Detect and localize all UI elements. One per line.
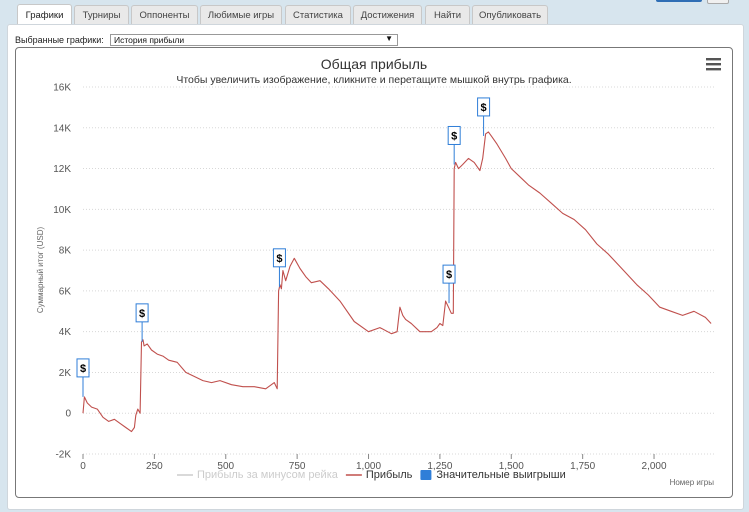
tab-label: Турниры	[82, 9, 121, 21]
tab-label: Опубликовать	[478, 9, 542, 21]
y-tick-label: 2K	[59, 368, 72, 379]
tab-favorite-games[interactable]: Любимые игры	[200, 5, 282, 24]
y-tick-label: 10K	[53, 205, 71, 216]
big-win-marker-label: $	[446, 269, 452, 281]
big-win-marker-label: $	[481, 102, 487, 114]
tab-search[interactable]: Найти	[425, 5, 470, 24]
tab-tournaments[interactable]: Турниры	[74, 5, 129, 24]
x-tick-label: 250	[146, 461, 163, 472]
x-tick-label: 1,750	[570, 461, 595, 472]
tab-statistics[interactable]: Статистика	[285, 5, 351, 24]
chart-selector-label: Выбранные графики:	[15, 35, 104, 45]
big-win-markers: $ $ $ $ $ $	[76, 97, 491, 397]
y-tick-label: -2K	[55, 450, 71, 461]
legend-item[interactable]: Значительные выигрыши	[420, 469, 566, 481]
tab-charts[interactable]: Графики	[17, 4, 72, 25]
y-tick-label: 4K	[59, 327, 72, 338]
y-tick-label: 16K	[53, 83, 71, 94]
tab-label: Оппоненты	[139, 9, 190, 21]
tab-label: Графики	[25, 9, 64, 21]
y-tick-label: 8K	[59, 246, 72, 257]
profit-chart[interactable]: Общая прибыль Чтобы увеличить изображени…	[16, 48, 732, 497]
top-action-button[interactable]	[656, 0, 702, 2]
series-group	[82, 131, 712, 433]
y-tick-label: 12K	[53, 164, 71, 175]
chart-subtitle: Чтобы увеличить изображение, кликните и …	[176, 74, 571, 86]
chart-selector-value: История прибыли	[114, 35, 185, 45]
legend-label: Значительные выигрыши	[436, 469, 565, 481]
tab-publish[interactable]: Опубликовать	[472, 5, 548, 24]
x-axis-label: Номер игры	[670, 478, 715, 487]
x-tick-label: 2,000	[642, 461, 667, 472]
y-axis-ticks: -2K 0 2K 4K 6K 8K 10K 12K 14K 16K	[53, 83, 71, 461]
y-tick-label: 0	[65, 409, 71, 420]
y-tick-label: 6K	[59, 286, 72, 297]
tab-label: Достижения	[360, 9, 415, 21]
chart-container: Общая прибыль Чтобы увеличить изображени…	[15, 47, 733, 498]
chart-title: Общая прибыль	[321, 56, 427, 72]
grid-lines	[83, 86, 714, 455]
big-win-marker-label: $	[451, 130, 457, 142]
chart-selector-dropdown[interactable]: История прибыли ▼	[110, 34, 398, 46]
tab-opponents[interactable]: Оппоненты	[131, 5, 198, 24]
legend-label: Прибыль	[366, 469, 413, 481]
tab-achievements[interactable]: Достижения	[353, 5, 422, 24]
x-tick-label: 0	[80, 461, 86, 472]
y-axis-label: Суммарный итог (USD)	[36, 227, 45, 314]
chart-legend: Прибыль за минусом рейка Прибыль Значитель…	[177, 469, 566, 481]
tab-label: Найти	[433, 9, 462, 21]
tab-label: Статистика	[293, 9, 343, 21]
dropdown-arrow-icon: ▼	[385, 34, 393, 43]
y-tick-label: 14K	[53, 123, 71, 134]
context-menu-icon[interactable]	[706, 58, 721, 71]
tab-bar: Графики Турниры Оппоненты Любимые игры С…	[0, 0, 749, 25]
big-win-marker-label: $	[139, 308, 145, 320]
big-win-marker-label: $	[276, 253, 282, 265]
legend-label: Прибыль за минусом рейка	[197, 469, 339, 481]
profit-series-line[interactable]	[82, 131, 712, 433]
top-secondary-button[interactable]	[707, 0, 729, 4]
legend-square-icon	[420, 470, 432, 480]
legend-item[interactable]: Прибыль за минусом рейка	[177, 469, 339, 481]
tab-label: Любимые игры	[207, 9, 275, 21]
big-win-marker-label: $	[80, 363, 86, 375]
